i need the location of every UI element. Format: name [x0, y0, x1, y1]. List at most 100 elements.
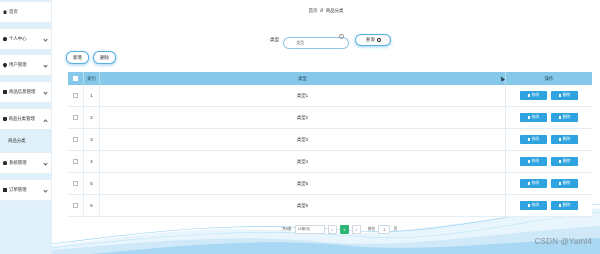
row-checkbox[interactable] — [73, 159, 78, 164]
mouse-cursor-icon — [499, 75, 505, 82]
header-type-label: 类型 — [298, 75, 307, 81]
delete-icon — [558, 138, 562, 141]
delete-icon — [558, 160, 562, 163]
chevron-down-icon — [43, 37, 48, 42]
row-checkbox[interactable] — [73, 203, 78, 208]
document-icon — [3, 117, 7, 121]
row-checkbox-cell — [68, 195, 84, 216]
user-icon — [3, 161, 7, 165]
delete-button[interactable]: 删除 — [551, 179, 578, 188]
sidebar-item-label: 商品信息管理 — [9, 89, 36, 94]
sidebar-item-label: 系统管理 — [9, 160, 27, 165]
edit-button[interactable]: 修改 — [520, 91, 547, 100]
sidebar-item-label: 商品分类管理 — [8, 116, 35, 121]
goto-page-input[interactable]: 1 — [378, 225, 391, 234]
row-index: 3 — [84, 129, 100, 150]
page-1-button[interactable]: 1 — [339, 225, 349, 234]
chevron-down-icon — [43, 188, 48, 193]
action-bar: 新增 删除 — [66, 51, 116, 64]
delete-button[interactable]: 删除 — [551, 113, 578, 122]
row-actions: 修改 删除 — [506, 195, 592, 216]
sidebar-subitem-category[interactable]: 商品分类 — [0, 134, 52, 148]
sidebar-item-home[interactable]: 首页 — [0, 1, 52, 23]
sidebar-item-users[interactable]: 用户管理 — [0, 54, 52, 76]
sidebar-item-label: 个人中心 — [9, 36, 27, 41]
chevron-down-icon — [43, 90, 48, 95]
search-bar: 类型 查询 — [270, 31, 392, 49]
row-index: 5 — [84, 173, 100, 194]
row-type: 类型3 — [100, 129, 506, 150]
row-index: 1 — [84, 85, 100, 106]
search-button-label: 查询 — [365, 37, 375, 42]
row-checkbox-cell — [68, 107, 84, 128]
row-checkbox[interactable] — [73, 137, 78, 142]
batch-delete-button[interactable]: 删除 — [93, 51, 116, 64]
delete-button[interactable]: 删除 — [551, 135, 578, 144]
breadcrumb-separator: // — [320, 8, 323, 13]
edit-label: 修改 — [531, 137, 540, 141]
row-checkbox[interactable] — [73, 93, 78, 98]
sidebar-item-label: 订单管理 — [9, 187, 27, 192]
edit-button[interactable]: 修改 — [520, 201, 547, 210]
next-page-button[interactable]: > — [351, 225, 361, 234]
edit-button[interactable]: 修改 — [520, 113, 547, 122]
prev-page-button[interactable]: < — [327, 225, 337, 234]
row-checkbox[interactable] — [73, 181, 78, 186]
row-actions: 修改 删除 — [506, 173, 592, 194]
page-size-select[interactable]: 10条/页 — [294, 225, 325, 234]
add-button[interactable]: 新增 — [66, 51, 89, 64]
header-ops: 操作 — [544, 75, 554, 81]
delete-button[interactable]: 删除 — [551, 157, 578, 166]
sidebar-item-label: 商品分类 — [8, 138, 26, 143]
delete-label: 删除 — [562, 159, 571, 163]
sidebar-item-system[interactable]: 系统管理 — [0, 152, 52, 174]
header-index: 索引 — [84, 72, 100, 85]
sidebar-item-products[interactable]: 商品信息管理 — [0, 81, 52, 103]
breadcrumb-home[interactable]: 首页 — [309, 8, 318, 13]
table-row: 2 类型2 修改 删除 — [68, 107, 592, 129]
search-button[interactable]: 查询 — [355, 34, 392, 46]
row-index: 2 — [84, 107, 100, 128]
delete-icon — [558, 94, 562, 97]
main-content: 首页//商品分类 类型 查询 新增 删除 索引 类型 操作 1 类型1 — [52, 0, 600, 254]
header-type[interactable]: 类型 — [100, 72, 506, 85]
delete-button[interactable]: 删除 — [551, 201, 578, 210]
table-row: 3 类型3 修改 删除 — [68, 129, 592, 151]
edit-label: 修改 — [531, 203, 540, 207]
delete-label: 删除 — [562, 93, 571, 97]
breadcrumb-current: 商品分类 — [325, 8, 344, 13]
sidebar-item-categories[interactable]: 商品分类管理 — [0, 108, 52, 130]
breadcrumb: 首页//商品分类 — [52, 8, 600, 14]
edit-label: 修改 — [531, 181, 540, 185]
watermark: CSDN @Yaml4 — [534, 237, 592, 246]
delete-label: 删除 — [562, 115, 571, 119]
row-checkbox[interactable] — [73, 115, 78, 120]
edit-button[interactable]: 修改 — [520, 179, 547, 188]
edit-icon — [527, 160, 531, 163]
table-header: 索引 类型 操作 — [68, 72, 592, 85]
sidebar-item-profile[interactable]: 个人中心 — [0, 28, 52, 50]
select-all-checkbox[interactable] — [73, 76, 78, 81]
edit-label: 修改 — [531, 93, 540, 97]
row-checkbox-cell — [68, 151, 84, 172]
home-icon — [3, 10, 7, 14]
edit-label: 修改 — [531, 115, 540, 119]
table-row: 6 类型6 修改 删除 — [68, 195, 592, 217]
edit-button[interactable]: 修改 — [520, 135, 547, 144]
pager-total: 共6条 — [282, 227, 292, 231]
edit-icon — [527, 138, 531, 141]
edit-icon — [527, 94, 531, 97]
edit-button[interactable]: 修改 — [520, 157, 547, 166]
goto-label: 前往 — [367, 227, 376, 231]
delete-icon — [558, 204, 562, 207]
grid-icon — [3, 188, 7, 192]
edit-icon — [527, 204, 531, 207]
table-row: 1 类型1 修改 删除 — [68, 85, 592, 107]
row-checkbox-cell — [68, 173, 84, 194]
sidebar-item-orders[interactable]: 订单管理 — [0, 179, 52, 201]
delete-button[interactable]: 删除 — [551, 91, 578, 100]
row-type: 类型1 — [100, 85, 506, 106]
edit-icon — [527, 182, 531, 185]
select-all-cell — [68, 72, 84, 85]
sidebar-item-label: 首页 — [9, 9, 18, 14]
